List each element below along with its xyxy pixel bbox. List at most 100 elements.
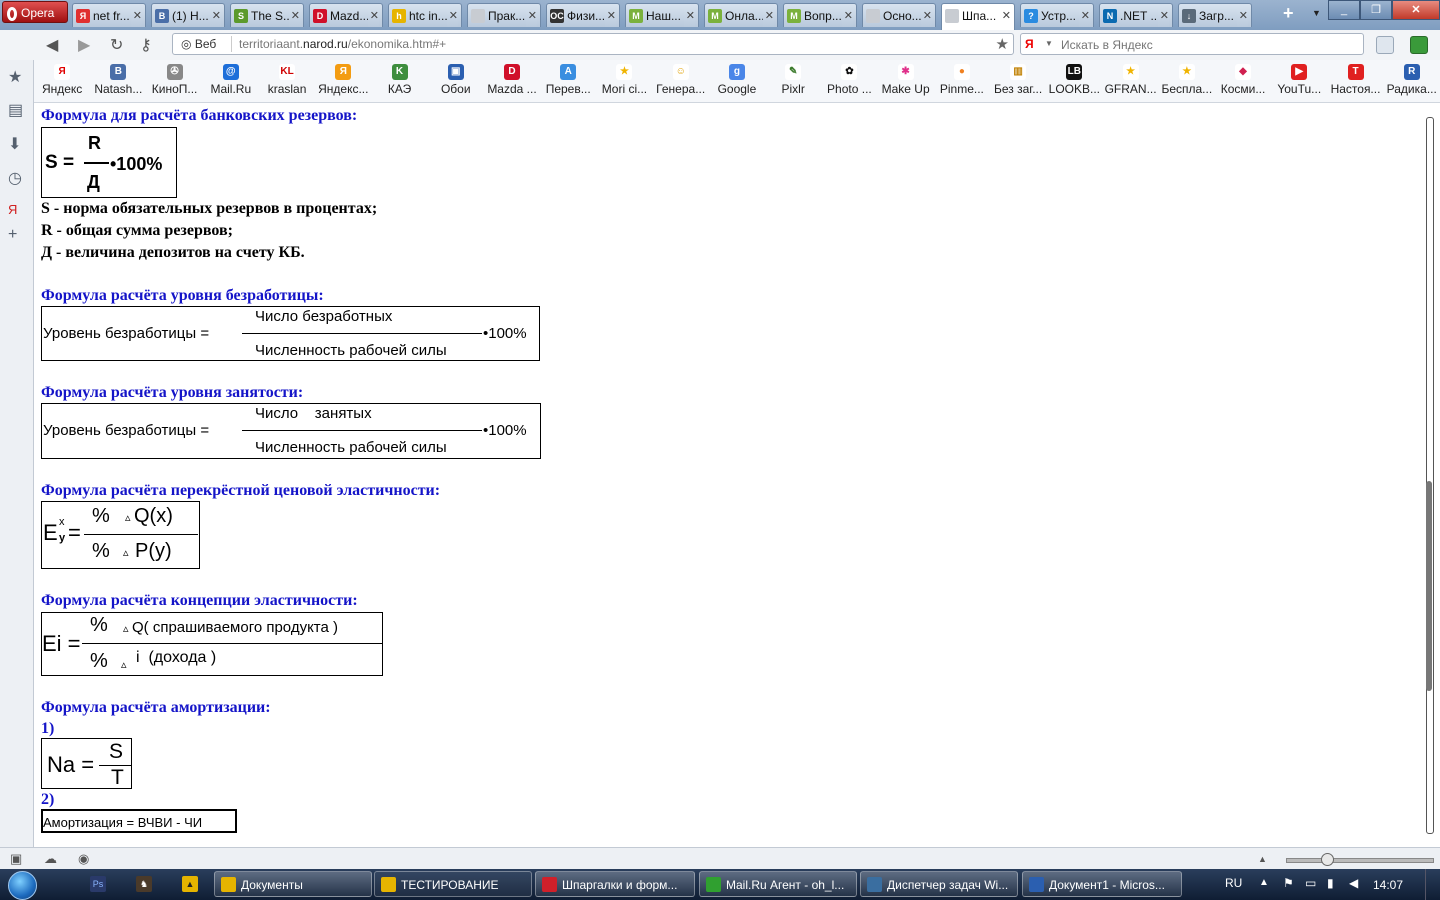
tab-close-icon[interactable]: ✕ xyxy=(130,4,142,27)
clock[interactable]: 14:07 xyxy=(1373,878,1403,892)
bookmark-item[interactable]: ★ Беспла... xyxy=(1159,60,1215,102)
bookmark-item[interactable]: ✿ Photo ... xyxy=(821,60,877,102)
zoom-up-icon[interactable]: ▲ xyxy=(1258,854,1267,864)
yandex-icon[interactable]: Я xyxy=(8,202,17,217)
show-desktop-button[interactable] xyxy=(1425,869,1440,900)
taskbar-button[interactable]: Документ1 - Micros... xyxy=(1022,871,1182,897)
game-icon[interactable]: ♞ xyxy=(136,876,152,892)
history-icon[interactable]: ◷ xyxy=(8,168,22,188)
bookmark-item[interactable]: ▥ Без заг... xyxy=(990,60,1046,102)
bookmark-item[interactable]: ▣ Обои xyxy=(428,60,484,102)
bookmark-item[interactable]: D Mazda ... xyxy=(484,60,540,102)
photoshop-icon[interactable]: Ps xyxy=(90,876,106,892)
tab[interactable]: Осно... ✕ xyxy=(862,3,936,27)
zoom-slider[interactable] xyxy=(1286,853,1434,866)
bookmark-item[interactable]: Я Яндекс xyxy=(34,60,90,102)
taskbar-button[interactable]: Шпаргалки и форм... xyxy=(535,871,695,897)
url-text[interactable]: territoriaant.narod.ru/ekonomika.htm#+ xyxy=(239,37,446,51)
tab[interactable]: h htc in... ✕ xyxy=(388,3,462,27)
tab-close-icon[interactable]: ✕ xyxy=(999,4,1011,28)
bookmark-item[interactable]: A Перев... xyxy=(540,60,596,102)
scroll-track[interactable] xyxy=(1426,117,1434,834)
tab-list-dropdown-icon[interactable]: ▼ xyxy=(1312,8,1321,18)
address-field[interactable]: ◎ Веб territoriaant.narod.ru/ekonomika.h… xyxy=(172,33,1014,55)
notes-icon[interactable]: ▤ xyxy=(8,100,23,120)
bookmark-item[interactable]: ✱ Make Up xyxy=(878,60,934,102)
tab[interactable]: Яnet fr... ✕ xyxy=(72,3,146,27)
bookmark-item[interactable]: ✎ Pixlr xyxy=(765,60,821,102)
bookmark-item[interactable]: ● Pinme... xyxy=(934,60,990,102)
tab[interactable]: ? Устр... ✕ xyxy=(1020,3,1094,27)
key-icon[interactable]: ⚷ xyxy=(140,35,152,55)
tab-close-icon[interactable]: ✕ xyxy=(1078,4,1090,27)
bookmark-item[interactable]: Я Яндекс... xyxy=(315,60,371,102)
new-tab-button[interactable]: + xyxy=(1283,3,1294,24)
bookmark-item[interactable]: ✇ КиноП... xyxy=(146,60,202,102)
tab[interactable]: N .NET ... ✕ xyxy=(1099,3,1173,27)
volume-icon[interactable]: ◀ xyxy=(1349,876,1358,890)
page-icon[interactable] xyxy=(1376,36,1394,54)
close-window-button[interactable]: ✕ xyxy=(1392,0,1440,20)
tray-expand-icon[interactable]: ▲ xyxy=(1259,877,1269,888)
monitor-icon[interactable]: ▭ xyxy=(1305,876,1316,890)
chevron-down-icon[interactable]: ▼ xyxy=(1045,39,1053,48)
tab[interactable]: S The S... ✕ xyxy=(230,3,304,27)
bookmark-item[interactable]: ★ GFRAN... xyxy=(1102,60,1158,102)
add-panel-icon[interactable]: + xyxy=(8,226,17,244)
vertical-scrollbar[interactable] xyxy=(1422,103,1440,846)
bookmark-item[interactable]: ★ Mori ci... xyxy=(596,60,652,102)
bookmark-star-icon[interactable]: ★ xyxy=(996,35,1009,53)
bookmark-item[interactable]: ◆ Косми... xyxy=(1215,60,1271,102)
tab[interactable]: М Вопр... ✕ xyxy=(783,3,857,27)
reload-button[interactable]: ↻ xyxy=(110,35,123,55)
tab[interactable]: Прак... ✕ xyxy=(467,3,541,27)
flag-icon[interactable]: ⚑ xyxy=(1283,876,1294,890)
tab[interactable]: ↓ Загр... ✕ xyxy=(1178,3,1252,27)
speed-dial-icon[interactable]: ◉ xyxy=(78,851,89,867)
bookmark-item[interactable]: @ Mail.Ru xyxy=(203,60,259,102)
tab-close-icon[interactable]: ✕ xyxy=(1157,4,1169,27)
tab-close-icon[interactable]: ✕ xyxy=(841,4,853,27)
bookmark-item[interactable]: KL kraslan xyxy=(259,60,315,102)
scroll-thumb[interactable] xyxy=(1426,481,1432,691)
back-button[interactable]: ◀ xyxy=(46,35,58,55)
tab-close-icon[interactable]: ✕ xyxy=(920,4,932,27)
maximize-button[interactable]: ❐ xyxy=(1360,0,1392,20)
search-input[interactable] xyxy=(1059,35,1353,55)
bookmark-item[interactable]: T Настоя... xyxy=(1327,60,1383,102)
bookmark-item[interactable]: LB LOOKB... xyxy=(1046,60,1102,102)
tab-close-icon[interactable]: ✕ xyxy=(209,4,221,27)
bookmark-item[interactable]: R Радика... xyxy=(1384,60,1440,102)
yandex-search-icon[interactable]: Я xyxy=(1025,37,1039,51)
minimize-button[interactable]: _ xyxy=(1328,0,1360,20)
tab[interactable]: М Наш... ✕ xyxy=(625,3,699,27)
tab-close-icon[interactable]: ✕ xyxy=(288,4,300,27)
taskbar-button[interactable]: ТЕСТИРОВАНИЕ xyxy=(374,871,532,897)
tab-close-icon[interactable]: ✕ xyxy=(683,4,695,27)
downloads-icon[interactable]: ⬇ xyxy=(8,134,21,154)
taskbar-button[interactable]: Документы xyxy=(214,871,372,897)
bookmark-item[interactable]: g Google xyxy=(709,60,765,102)
extension-icon[interactable] xyxy=(1410,36,1428,54)
bookmark-item[interactable]: ▶ YouTu... xyxy=(1271,60,1327,102)
tab-close-icon[interactable]: ✕ xyxy=(762,4,774,27)
bookmark-item[interactable]: B Natash... xyxy=(90,60,146,102)
tab[interactable]: ОС Физи... ✕ xyxy=(546,3,620,27)
tab-close-icon[interactable]: ✕ xyxy=(525,4,537,27)
star-icon[interactable]: ★ xyxy=(8,67,22,87)
panel-toggle-icon[interactable]: ▣ xyxy=(10,851,22,867)
taskbar-button[interactable]: Mail.Ru Агент - oh_l... xyxy=(699,871,857,897)
search-field[interactable]: Я ▼ xyxy=(1020,33,1364,55)
zoom-slider-knob[interactable] xyxy=(1321,853,1334,866)
tab-close-icon[interactable]: ✕ xyxy=(1236,4,1248,27)
avast-icon[interactable]: ▲ xyxy=(182,876,198,892)
network-icon[interactable]: ▮ xyxy=(1327,876,1334,890)
start-button[interactable] xyxy=(6,869,38,900)
tab-close-icon[interactable]: ✕ xyxy=(604,4,616,27)
bookmark-item[interactable]: ☺ Генера... xyxy=(653,60,709,102)
opera-menu-button[interactable]: Opera xyxy=(2,1,68,23)
bookmark-item[interactable]: K КАЭ xyxy=(371,60,427,102)
web-badge[interactable]: ◎ Веб xyxy=(181,37,216,51)
tab-close-icon[interactable]: ✕ xyxy=(367,4,379,27)
tab[interactable]: D Mazd... ✕ xyxy=(309,3,383,27)
